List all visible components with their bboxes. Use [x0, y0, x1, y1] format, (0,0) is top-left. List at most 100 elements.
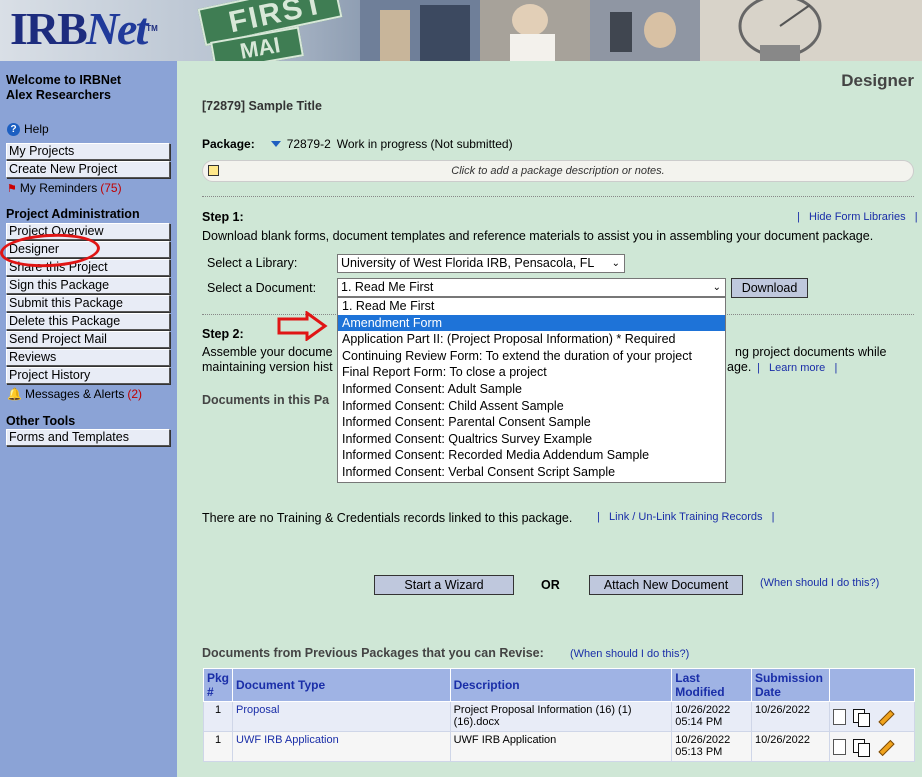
col-document-type[interactable]: Document Type [232, 668, 451, 702]
logo-tm: TM [146, 24, 158, 33]
flag-icon: ⚑ [7, 182, 17, 195]
prev-when-should-link[interactable]: (When should I do this?) [570, 648, 689, 660]
chevron-down-icon: ⌄ [611, 258, 620, 269]
link-training-link[interactable]: | Link / Un-Link Training Records | [597, 511, 775, 523]
package-dropdown-icon[interactable] [270, 141, 281, 147]
reminders-label: My Reminders [19, 181, 98, 195]
welcome-line: Welcome to IRBNet [6, 73, 122, 87]
reminders-count: (75) [100, 181, 122, 195]
nav-designer[interactable]: Designer [6, 241, 170, 258]
help-link[interactable]: ? Help [7, 122, 49, 136]
nav-delete-package[interactable]: Delete this Package [6, 313, 170, 330]
document-options-list[interactable]: 1. Read Me First Amendment Form Applicat… [337, 297, 726, 483]
welcome-text: Welcome to IRBNet Alex Researchers [6, 73, 121, 103]
step2-description-2: maintaining version hist [202, 360, 333, 374]
main-content: Designer [72879] Sample Title Package: 7… [177, 61, 922, 777]
document-value: 1. Read Me First [341, 280, 434, 294]
nav-submit-package[interactable]: Submit this Package [6, 295, 170, 312]
document-option[interactable]: Informed Consent: Parental Consent Sampl… [338, 414, 725, 431]
nav-project-history[interactable]: Project History [6, 367, 170, 384]
package-status: Work in progress (Not submitted) [336, 137, 513, 151]
library-label: Select a Library: [207, 256, 298, 270]
nav-send-project-mail[interactable]: Send Project Mail [6, 331, 170, 348]
document-option[interactable]: Informed Consent: Recorded Media Addendu… [338, 447, 725, 464]
or-label: OR [541, 578, 560, 592]
package-id[interactable]: 72879-2 [287, 137, 331, 151]
training-text: There are no Training & Credentials reco… [202, 511, 573, 525]
row-description: Project Proposal Information (16) (1) (1… [449, 701, 673, 732]
step2-description-1: Assemble your docume [202, 345, 333, 359]
download-button[interactable]: Download [731, 278, 808, 298]
other-tools-heading: Other Tools [6, 414, 76, 428]
document-option-selected[interactable]: Amendment Form [338, 314, 725, 332]
previous-packages-heading: Documents from Previous Packages that yo… [202, 646, 544, 660]
document-label: Select a Document: [207, 281, 317, 295]
row-actions [828, 731, 916, 762]
row-document-type-link[interactable]: UWF IRB Application [232, 731, 451, 762]
copy-icon[interactable] [852, 738, 870, 757]
nav-my-reminders[interactable]: ⚑ My Reminders (75) [7, 181, 122, 195]
row-document-type-link[interactable]: Proposal [232, 701, 451, 732]
col-description[interactable]: Description [449, 668, 673, 702]
step2-description-2b: age. [727, 360, 752, 374]
table-row: 1 UWF IRB Application UWF IRB Applicatio… [202, 731, 916, 762]
package-row: Package: 72879-2 Work in progress (Not s… [202, 137, 513, 151]
previous-documents-table: Pkg # Document Type Description Last Mod… [202, 668, 916, 762]
nav-share-project[interactable]: Share this Project [6, 259, 170, 276]
document-option[interactable]: 1. Read Me First [338, 298, 725, 315]
header-banner: IRBNetTM FIRST S MAI [0, 0, 922, 61]
document-select[interactable]: 1. Read Me First ⌄ [337, 278, 726, 297]
start-wizard-button[interactable]: Start a Wizard [374, 575, 514, 595]
nav-forms-templates[interactable]: Forms and Templates [6, 429, 170, 446]
logo-net: Net [85, 3, 148, 54]
document-option[interactable]: Informed Consent: Verbal Consent Script … [338, 464, 725, 481]
package-label: Package: [202, 137, 255, 151]
irbnet-logo[interactable]: IRBNetTM [10, 4, 158, 54]
table-row: 1 Proposal Project Proposal Information … [202, 701, 916, 732]
library-select[interactable]: University of West Florida IRB, Pensacol… [337, 254, 625, 273]
document-option[interactable]: Informed Consent: Child Assent Sample [338, 398, 725, 415]
nav-messages-alerts[interactable]: 🔔 Messages & Alerts (2) [7, 387, 142, 401]
nav-create-new-project[interactable]: Create New Project [6, 161, 170, 178]
document-icon[interactable] [832, 708, 846, 725]
document-option[interactable]: Final Report Form: To close a project [338, 364, 725, 381]
document-option[interactable]: Informed Consent: Adult Sample [338, 381, 725, 398]
col-last-modified[interactable]: Last Modified [671, 668, 752, 702]
document-option[interactable]: Continuing Review Form: To extend the du… [338, 348, 725, 365]
nav-sign-package[interactable]: Sign this Package [6, 277, 170, 294]
pencil-icon[interactable] [876, 739, 892, 755]
document-option[interactable]: Informed Consent: Qualtrics Survey Examp… [338, 431, 725, 448]
table-header-row: Pkg # Document Type Description Last Mod… [202, 668, 916, 702]
row-submission-date: 10/26/2022 [750, 731, 830, 762]
pencil-icon[interactable] [876, 709, 892, 725]
header-photo-collage [360, 0, 922, 61]
col-actions [828, 668, 916, 702]
messages-label: Messages & Alerts [24, 387, 125, 401]
document-option[interactable]: Application Part II: (Project Proposal I… [338, 331, 725, 348]
nav-project-overview[interactable]: Project Overview [6, 223, 170, 240]
row-actions [828, 701, 916, 732]
chevron-down-icon: ⌄ [712, 282, 721, 293]
project-admin-heading: Project Administration [6, 207, 140, 221]
sidebar: Welcome to IRBNet Alex Researchers ? Hel… [0, 61, 177, 777]
attach-new-document-button[interactable]: Attach New Document [589, 575, 743, 595]
col-submission-date[interactable]: Submission Date [750, 668, 830, 702]
hide-libraries-link[interactable]: | Hide Form Libraries | [797, 211, 918, 223]
document-icon[interactable] [832, 738, 846, 755]
row-last-modified: 10/26/2022 05:14 PM [671, 701, 752, 732]
learn-more-label: Learn more [769, 362, 826, 374]
col-pkg: Pkg # [202, 668, 234, 702]
row-pkg: 1 [202, 731, 234, 762]
copy-icon[interactable] [852, 708, 870, 727]
notes-prompt: Click to add a package description or no… [451, 165, 665, 177]
when-should-link[interactable]: (When should I do this?) [760, 577, 879, 589]
nav-reviews[interactable]: Reviews [6, 349, 170, 366]
help-label: Help [24, 122, 49, 136]
learn-more-link[interactable]: | Learn more | [757, 362, 837, 374]
bell-icon: 🔔 [7, 387, 22, 401]
package-notes-bar[interactable]: Click to add a package description or no… [202, 160, 914, 182]
project-title: [72879] Sample Title [202, 99, 322, 113]
logo-irb: IRB [10, 3, 88, 54]
nav-my-projects[interactable]: My Projects [6, 143, 170, 160]
documents-in-package-heading: Documents in this Pa [202, 393, 330, 407]
